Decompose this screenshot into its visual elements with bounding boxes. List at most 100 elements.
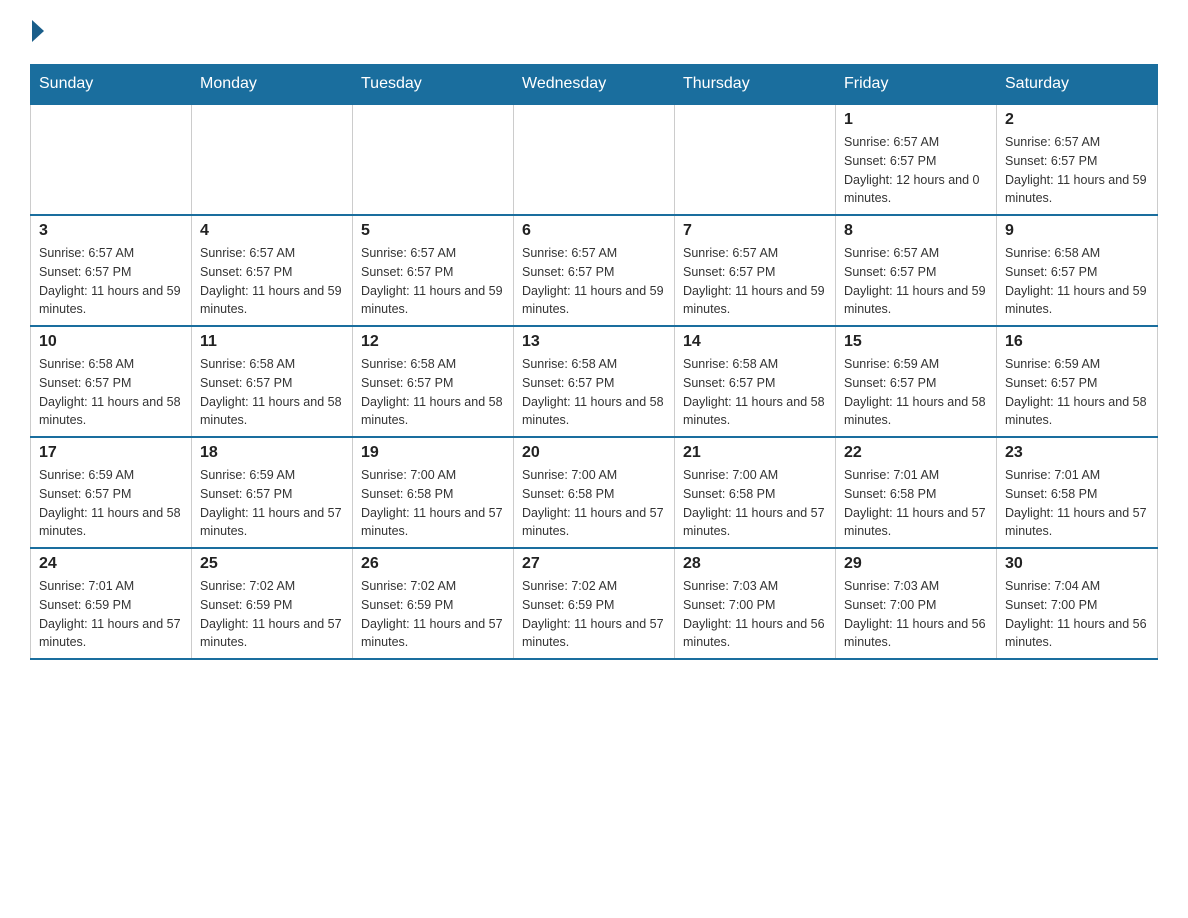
calendar-cell: 25Sunrise: 7:02 AMSunset: 6:59 PMDayligh… [192, 548, 353, 659]
day-number: 11 [200, 333, 344, 351]
day-info: Sunrise: 7:01 AMSunset: 6:58 PMDaylight:… [844, 466, 988, 541]
day-info: Sunrise: 6:57 AMSunset: 6:57 PMDaylight:… [1005, 133, 1149, 208]
calendar-cell: 26 Sunrise: 7:02 AMSunset: 6:59 PMDayligh… [353, 548, 514, 659]
day-number: 9 [1005, 222, 1149, 240]
calendar-cell: 2 Sunrise: 6:57 AMSunset: 6:57 PMDaylight… [997, 104, 1158, 215]
day-info: Sunrise: 6:57 AMSunset: 6:57 PMDaylight:… [683, 244, 827, 319]
logo [30, 20, 44, 44]
calendar-cell [514, 104, 675, 215]
day-number: 17 [39, 444, 183, 462]
day-info: Sunrise: 6:58 AMSunset: 6:57 PMDaylight:… [522, 355, 666, 430]
calendar-cell: 22 Sunrise: 7:01 AMSunset: 6:58 PMDayligh… [836, 437, 997, 548]
day-info: Sunrise: 7:03 AMSunset: 7:00 PMDaylight:… [844, 577, 988, 652]
calendar-header-saturday: Saturday [997, 65, 1158, 105]
calendar-cell: 3 Sunrise: 6:57 AMSunset: 6:57 PMDaylight… [31, 215, 192, 326]
day-number: 4 [200, 222, 344, 240]
day-number: 2 [1005, 111, 1149, 129]
day-info: Sunrise: 7:00 AMSunset: 6:58 PMDaylight:… [361, 466, 505, 541]
day-number: 18 [200, 444, 344, 462]
page-header [30, 20, 1158, 44]
day-info: Sunrise: 6:59 AMSunset: 6:57 PMDaylight:… [200, 466, 344, 541]
calendar-cell: 6 Sunrise: 6:57 AMSunset: 6:57 PMDaylight… [514, 215, 675, 326]
day-number: 1 [844, 111, 988, 129]
calendar-week-2: 3 Sunrise: 6:57 AMSunset: 6:57 PMDaylight… [31, 215, 1158, 326]
day-number: 13 [522, 333, 666, 351]
calendar-cell: 16 Sunrise: 6:59 AMSunset: 6:57 PMDayligh… [997, 326, 1158, 437]
day-info: Sunrise: 7:01 AMSunset: 6:59 PMDaylight:… [39, 577, 183, 652]
day-info: Sunrise: 6:58 AMSunset: 6:57 PMDaylight:… [683, 355, 827, 430]
calendar-week-4: 17 Sunrise: 6:59 AMSunset: 6:57 PMDayligh… [31, 437, 1158, 548]
calendar-week-3: 10 Sunrise: 6:58 AMSunset: 6:57 PMDayligh… [31, 326, 1158, 437]
day-number: 20 [522, 444, 666, 462]
calendar-cell: 18 Sunrise: 6:59 AMSunset: 6:57 PMDayligh… [192, 437, 353, 548]
calendar-header-wednesday: Wednesday [514, 65, 675, 105]
calendar-cell: 28 Sunrise: 7:03 AMSunset: 7:00 PMDayligh… [675, 548, 836, 659]
day-info: Sunrise: 7:01 AMSunset: 6:58 PMDaylight:… [1005, 466, 1149, 541]
day-number: 16 [1005, 333, 1149, 351]
day-number: 10 [39, 333, 183, 351]
calendar-cell: 4 Sunrise: 6:57 AMSunset: 6:57 PMDaylight… [192, 215, 353, 326]
day-info: Sunrise: 7:00 AMSunset: 6:58 PMDaylight:… [683, 466, 827, 541]
day-number: 27 [522, 555, 666, 573]
calendar-cell: 10 Sunrise: 6:58 AMSunset: 6:57 PMDayligh… [31, 326, 192, 437]
calendar-cell: 24Sunrise: 7:01 AMSunset: 6:59 PMDayligh… [31, 548, 192, 659]
calendar-header-thursday: Thursday [675, 65, 836, 105]
day-info: Sunrise: 7:03 AMSunset: 7:00 PMDaylight:… [683, 577, 827, 652]
day-number: 7 [683, 222, 827, 240]
calendar-cell: 8 Sunrise: 6:57 AMSunset: 6:57 PMDaylight… [836, 215, 997, 326]
calendar-cell: 5Sunrise: 6:57 AMSunset: 6:57 PMDaylight… [353, 215, 514, 326]
calendar-header-friday: Friday [836, 65, 997, 105]
calendar-cell: 9 Sunrise: 6:58 AMSunset: 6:57 PMDaylight… [997, 215, 1158, 326]
day-number: 12 [361, 333, 505, 351]
day-info: Sunrise: 6:58 AMSunset: 6:57 PMDaylight:… [39, 355, 183, 430]
calendar-cell: 13 Sunrise: 6:58 AMSunset: 6:57 PMDayligh… [514, 326, 675, 437]
day-number: 15 [844, 333, 988, 351]
calendar-header-monday: Monday [192, 65, 353, 105]
calendar-table: SundayMondayTuesdayWednesdayThursdayFrid… [30, 64, 1158, 660]
calendar-cell [31, 104, 192, 215]
calendar-header-sunday: Sunday [31, 65, 192, 105]
day-number: 6 [522, 222, 666, 240]
day-number: 23 [1005, 444, 1149, 462]
calendar-cell: 7 Sunrise: 6:57 AMSunset: 6:57 PMDaylight… [675, 215, 836, 326]
calendar-cell: 20 Sunrise: 7:00 AMSunset: 6:58 PMDayligh… [514, 437, 675, 548]
day-number: 29 [844, 555, 988, 573]
day-info: Sunrise: 6:58 AMSunset: 6:57 PMDaylight:… [200, 355, 344, 430]
day-number: 28 [683, 555, 827, 573]
day-number: 22 [844, 444, 988, 462]
day-number: 19 [361, 444, 505, 462]
logo-triangle-icon [32, 20, 44, 42]
calendar-cell: 1 Sunrise: 6:57 AMSunset: 6:57 PMDaylight… [836, 104, 997, 215]
day-info: Sunrise: 6:59 AMSunset: 6:57 PMDaylight:… [1005, 355, 1149, 430]
day-number: 3 [39, 222, 183, 240]
day-info: Sunrise: 7:02 AMSunset: 6:59 PMDaylight:… [361, 577, 505, 652]
calendar-cell: 21Sunrise: 7:00 AMSunset: 6:58 PMDayligh… [675, 437, 836, 548]
day-info: Sunrise: 6:57 AMSunset: 6:57 PMDaylight:… [361, 244, 505, 319]
calendar-cell: 29 Sunrise: 7:03 AMSunset: 7:00 PMDayligh… [836, 548, 997, 659]
day-info: Sunrise: 6:57 AMSunset: 6:57 PMDaylight:… [39, 244, 183, 319]
day-info: Sunrise: 6:57 AMSunset: 6:57 PMDaylight:… [200, 244, 344, 319]
day-info: Sunrise: 6:57 AMSunset: 6:57 PMDaylight:… [844, 244, 988, 319]
calendar-week-1: 1 Sunrise: 6:57 AMSunset: 6:57 PMDaylight… [31, 104, 1158, 215]
day-info: Sunrise: 6:57 AMSunset: 6:57 PMDaylight:… [844, 133, 988, 208]
day-info: Sunrise: 7:00 AMSunset: 6:58 PMDaylight:… [522, 466, 666, 541]
calendar-week-5: 24Sunrise: 7:01 AMSunset: 6:59 PMDayligh… [31, 548, 1158, 659]
calendar-cell [353, 104, 514, 215]
calendar-cell: 19 Sunrise: 7:00 AMSunset: 6:58 PMDayligh… [353, 437, 514, 548]
day-info: Sunrise: 6:58 AMSunset: 6:57 PMDaylight:… [1005, 244, 1149, 319]
calendar-cell: 12Sunrise: 6:58 AMSunset: 6:57 PMDayligh… [353, 326, 514, 437]
day-info: Sunrise: 7:04 AMSunset: 7:00 PMDaylight:… [1005, 577, 1149, 652]
day-number: 8 [844, 222, 988, 240]
calendar-header-tuesday: Tuesday [353, 65, 514, 105]
calendar-cell: 23 Sunrise: 7:01 AMSunset: 6:58 PMDayligh… [997, 437, 1158, 548]
day-info: Sunrise: 7:02 AMSunset: 6:59 PMDaylight:… [522, 577, 666, 652]
calendar-cell [192, 104, 353, 215]
calendar-header-row: SundayMondayTuesdayWednesdayThursdayFrid… [31, 65, 1158, 105]
day-info: Sunrise: 7:02 AMSunset: 6:59 PMDaylight:… [200, 577, 344, 652]
calendar-cell: 11 Sunrise: 6:58 AMSunset: 6:57 PMDayligh… [192, 326, 353, 437]
calendar-cell: 17Sunrise: 6:59 AMSunset: 6:57 PMDayligh… [31, 437, 192, 548]
day-number: 26 [361, 555, 505, 573]
calendar-cell: 30Sunrise: 7:04 AMSunset: 7:00 PMDayligh… [997, 548, 1158, 659]
day-info: Sunrise: 6:57 AMSunset: 6:57 PMDaylight:… [522, 244, 666, 319]
calendar-cell [675, 104, 836, 215]
